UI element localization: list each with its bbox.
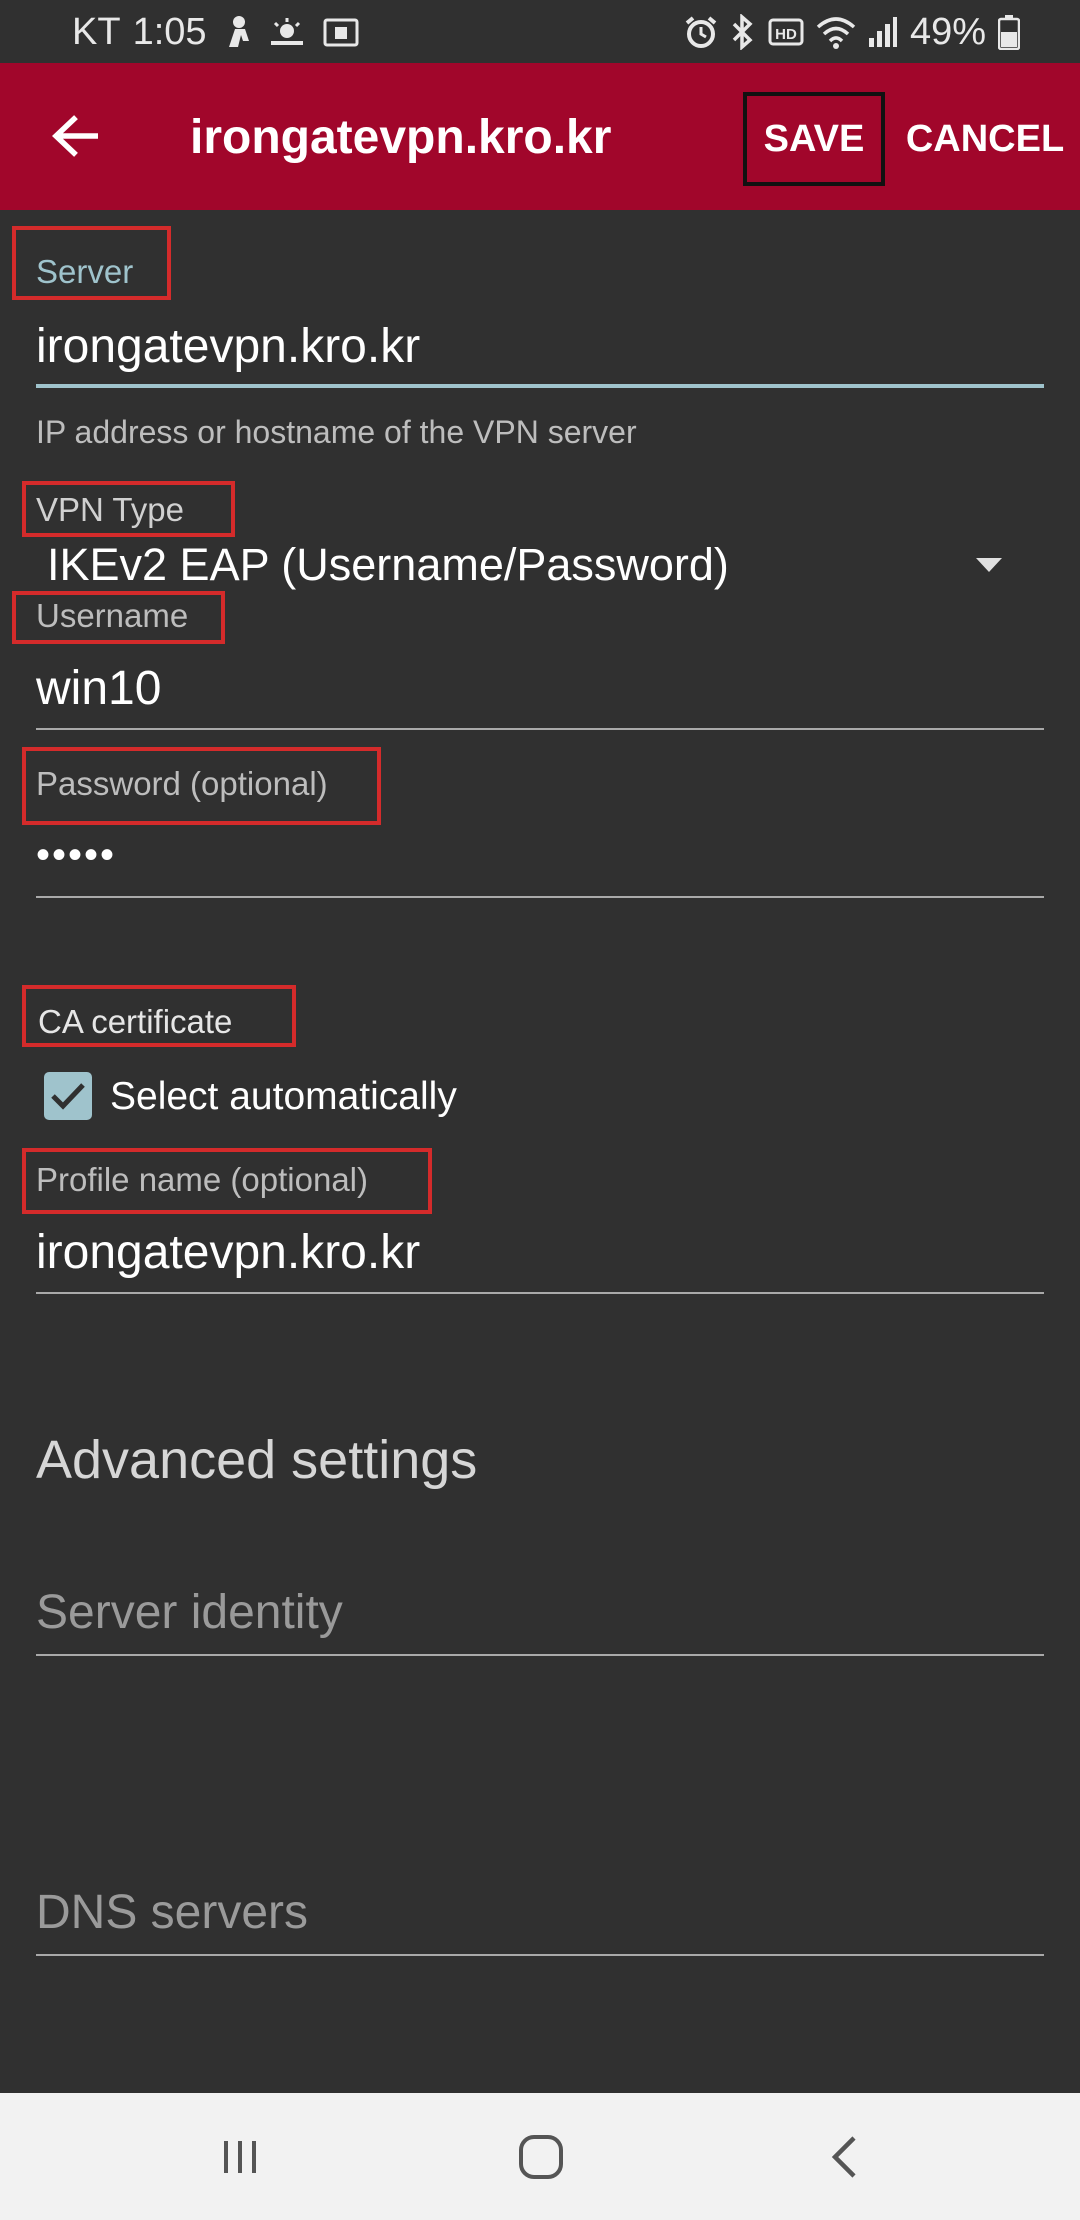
weather-icon — [270, 18, 303, 45]
notification-person-icon — [228, 16, 249, 47]
password-label: Password (optional) — [36, 765, 328, 802]
vpn-type-label: VPN Type — [36, 491, 184, 528]
profile-name-input[interactable]: irongatevpn.kro.kr — [36, 1224, 1044, 1282]
signal-icon — [868, 17, 897, 47]
app-bar-title: irongatevpn.kro.kr — [190, 111, 612, 164]
ca-certificate-label: CA certificate — [38, 1003, 233, 1040]
svg-text:HD: HD — [775, 26, 797, 43]
profile-name-label: Profile name (optional) — [36, 1161, 368, 1198]
username-input-underline — [36, 728, 1044, 730]
cancel-button[interactable]: CANCEL — [900, 92, 1070, 186]
recent-apps-icon — [224, 2141, 256, 2173]
wifi-icon — [816, 17, 856, 49]
nav-back-button[interactable] — [784, 2115, 904, 2199]
select-automatically-checkbox[interactable] — [44, 1072, 92, 1120]
password-input-underline — [36, 896, 1044, 898]
chevron-left-icon — [831, 2136, 856, 2178]
server-helper-text: IP address or hostname of the VPN server — [36, 414, 637, 450]
triangle-down-icon — [976, 558, 1002, 572]
arrow-left-icon — [52, 115, 98, 157]
alarm-icon — [685, 16, 717, 48]
bluetooth-icon — [732, 14, 753, 50]
server-input-underline — [36, 384, 1044, 388]
status-bar-right: HD 49% — [684, 10, 1020, 54]
password-input[interactable]: ••••• — [36, 826, 1044, 884]
select-automatically-label[interactable]: Select automatically — [110, 1075, 457, 1119]
save-button[interactable]: SAVE — [743, 92, 885, 186]
hd-voice-icon: HD — [768, 18, 804, 46]
recent-apps-button[interactable] — [180, 2115, 300, 2199]
carrier-name: KT — [72, 10, 121, 53]
home-icon — [519, 2135, 563, 2179]
profile-name-input-underline — [36, 1292, 1044, 1294]
username-label: Username — [36, 597, 189, 634]
status-time: 1:05 — [132, 10, 207, 53]
battery-percent: 49% — [909, 10, 986, 53]
battery-icon — [998, 15, 1020, 50]
vpn-type-selected: IKEv2 EAP (Username/Password) — [47, 539, 729, 590]
server-input[interactable]: irongatevpn.kro.kr — [36, 318, 1044, 376]
status-bar-left: KT 1:05 — [72, 10, 359, 54]
server-label: Server — [36, 253, 134, 290]
back-button[interactable] — [40, 98, 110, 174]
server-identity-input[interactable]: Server identity — [36, 1584, 1044, 1642]
check-icon — [51, 1083, 85, 1110]
username-input[interactable]: win10 — [36, 660, 1044, 718]
calendar-icon — [323, 18, 359, 47]
advanced-settings-title: Advanced settings — [36, 1430, 478, 1490]
vpn-type-dropdown[interactable]: IKEv2 EAP (Username/Password) — [36, 536, 1044, 596]
dns-servers-underline — [36, 1954, 1044, 1956]
server-identity-underline — [36, 1654, 1044, 1656]
dns-servers-input[interactable]: DNS servers — [36, 1884, 1044, 1942]
home-button[interactable] — [481, 2115, 601, 2199]
